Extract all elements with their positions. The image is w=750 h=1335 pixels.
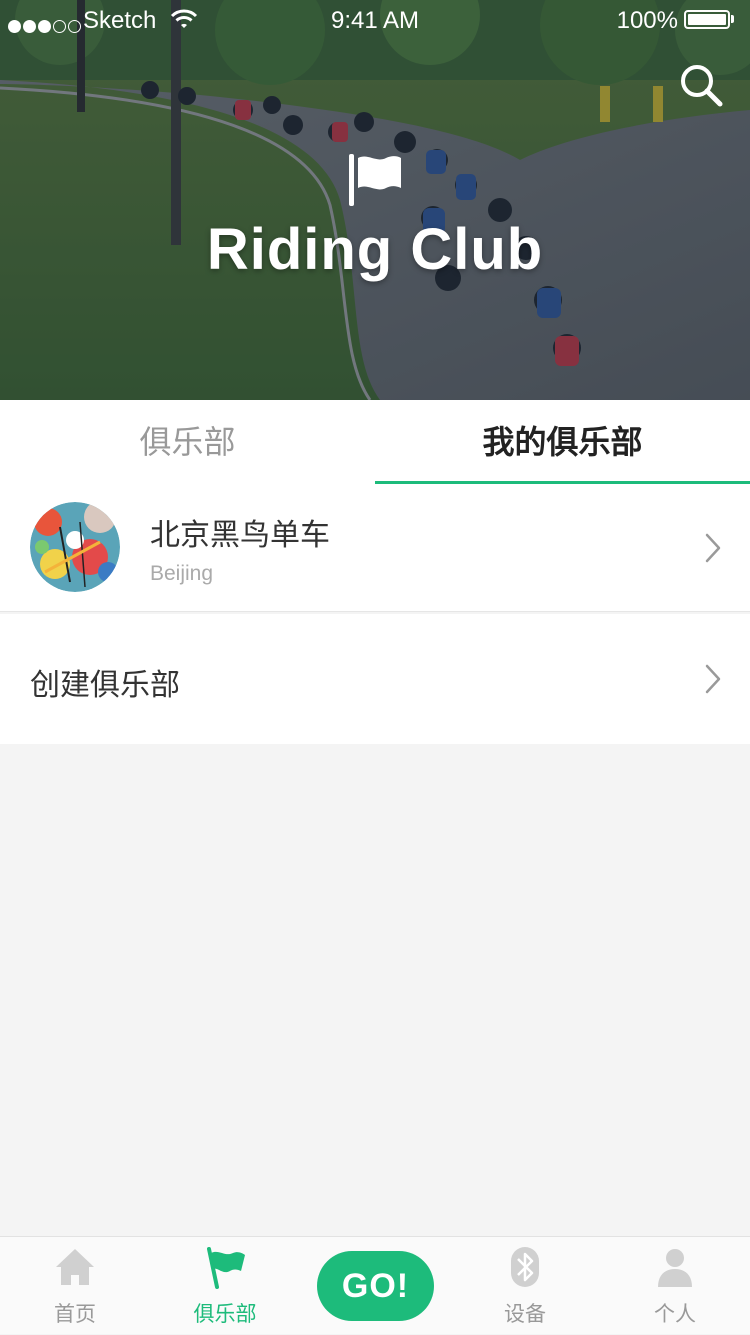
status-bar: Sketch 9:41 AM 100% (0, 0, 750, 40)
home-icon (56, 1249, 94, 1285)
battery-tip (731, 15, 734, 23)
create-club-label: 创建俱乐部 (30, 669, 180, 702)
tabbar-label-devices: 设备 (504, 1303, 546, 1326)
tab-my-clubs[interactable]: 我的俱乐部 (375, 400, 750, 484)
search-icon[interactable] (678, 62, 724, 108)
club-tabs: 俱乐部 我的俱乐部 (0, 400, 750, 484)
tab-clubs[interactable]: 俱乐部 (0, 400, 375, 484)
tabbar-item-home[interactable]: 首页 (0, 1237, 150, 1335)
go-button[interactable]: GO! (317, 1251, 434, 1321)
battery-icon (684, 10, 730, 29)
bluetooth-icon (511, 1247, 539, 1287)
create-club-row[interactable]: 创建俱乐部 (0, 614, 750, 744)
tabbar-item-clubs[interactable]: 俱乐部 (150, 1237, 300, 1335)
chevron-right-icon (705, 664, 721, 694)
tabbar-label-profile: 个人 (654, 1303, 696, 1326)
club-avatar (30, 502, 120, 592)
tabbar-item-profile[interactable]: 个人 (600, 1237, 750, 1335)
club-city: Beijing (150, 562, 214, 585)
tabbar-item-devices[interactable]: 设备 (450, 1237, 600, 1335)
battery-percentage: 100% (616, 7, 678, 34)
flag-icon (349, 154, 401, 206)
flag-icon (207, 1247, 245, 1289)
chevron-right-icon (705, 533, 721, 563)
hero-title: Riding Club (206, 217, 544, 282)
hero-banner: Sketch 9:41 AM 100% Riding Club (0, 0, 750, 400)
club-name: 北京黑鸟单车 (150, 519, 330, 552)
person-icon (658, 1249, 692, 1287)
club-list-item[interactable]: 北京黑鸟单车 Beijing (0, 484, 750, 612)
tabbar-label-clubs: 俱乐部 (193, 1303, 257, 1326)
tabbar-label-home: 首页 (54, 1303, 96, 1326)
bottom-tab-bar: 首页 俱乐部 GO! 设备 个人 (0, 1236, 750, 1334)
